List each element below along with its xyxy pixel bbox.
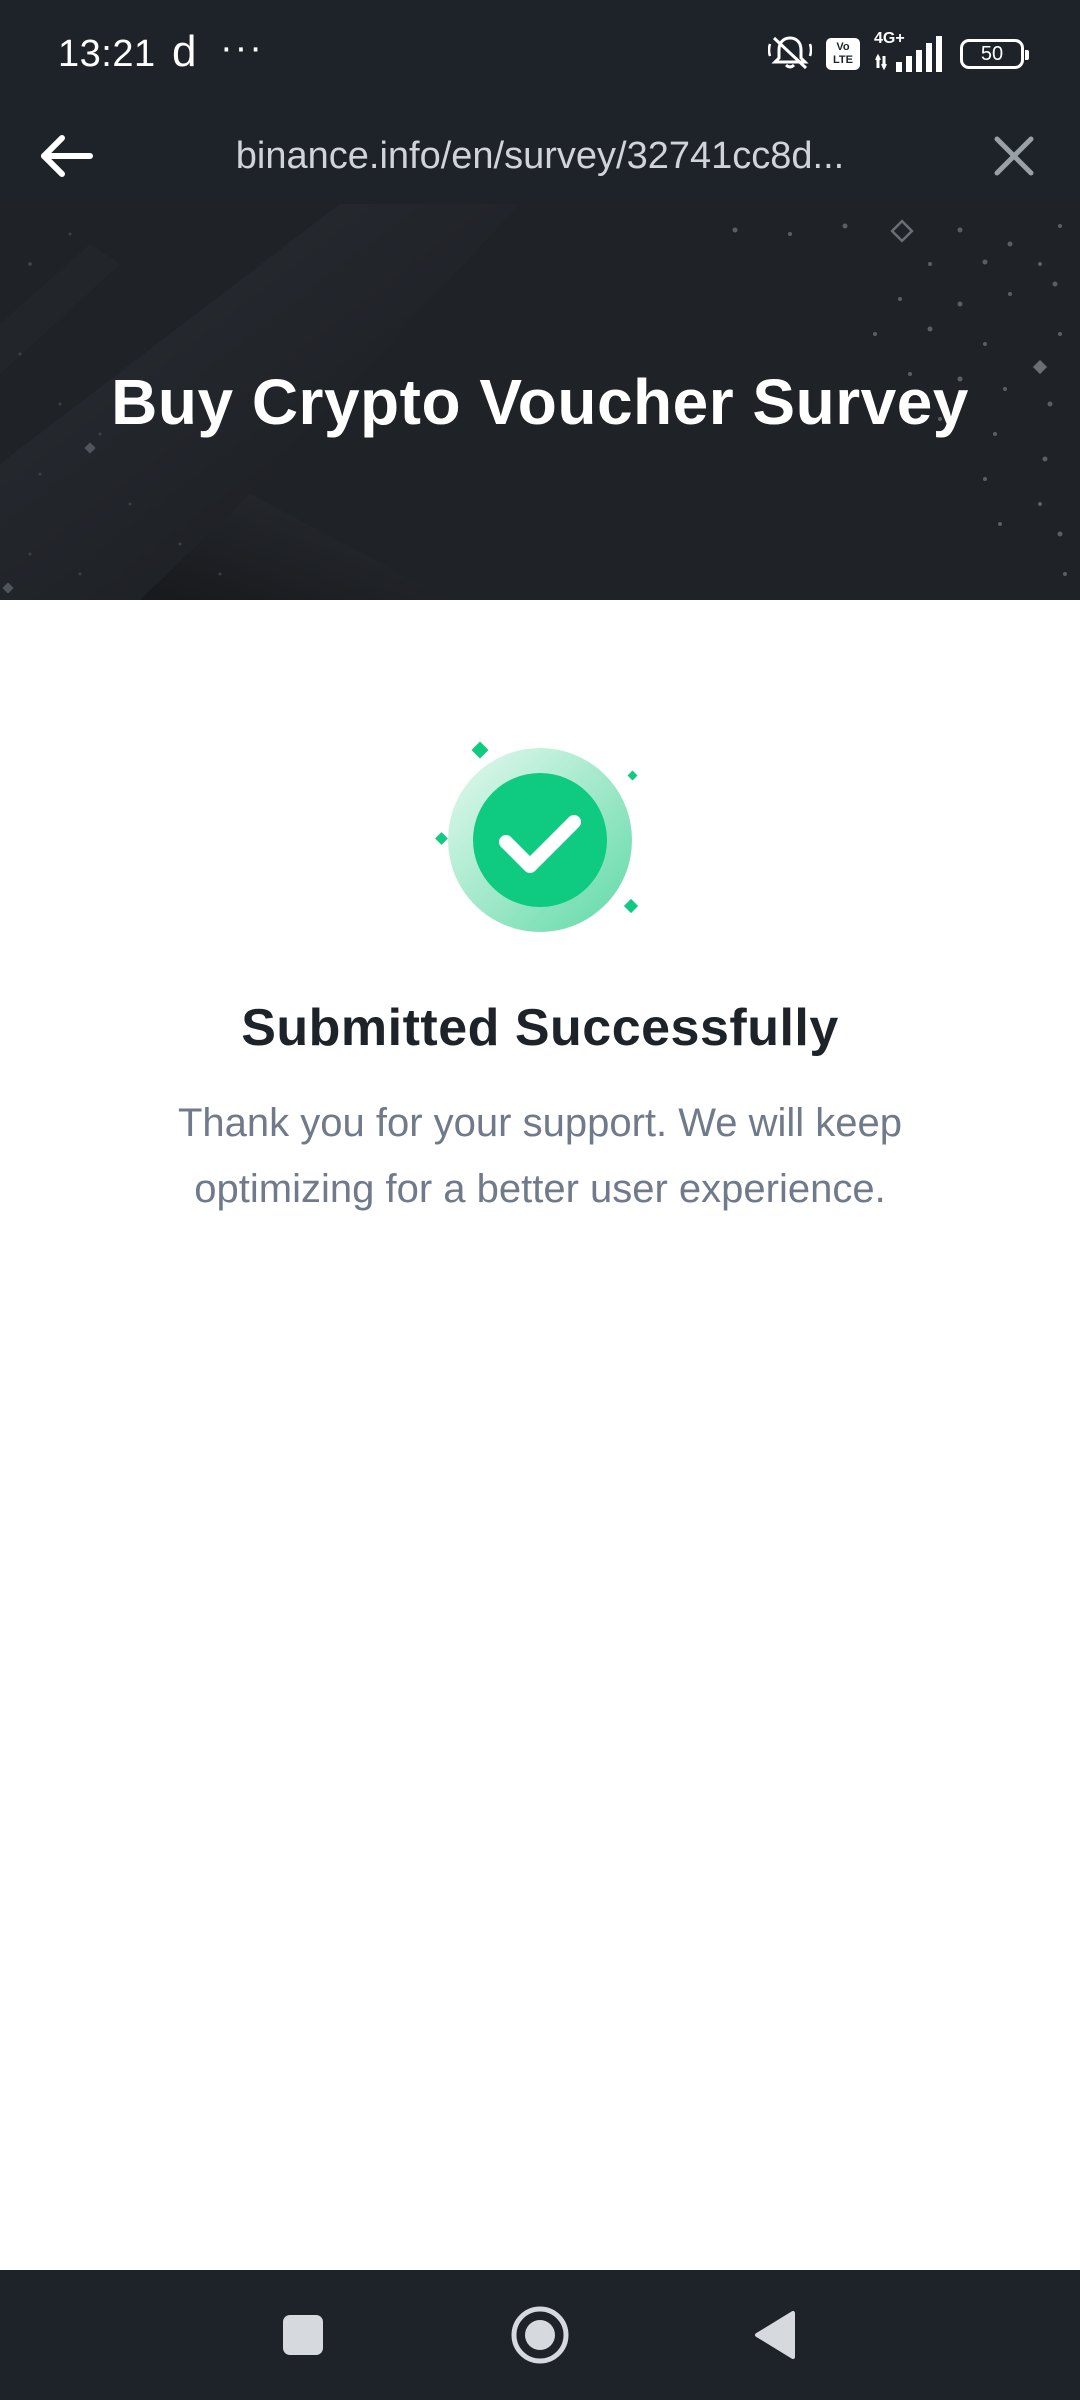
more-notifications-icon: ··· bbox=[220, 27, 264, 69]
back-button[interactable] bbox=[30, 120, 102, 192]
success-message: Thank you for your support. We will keep… bbox=[177, 1101, 903, 1211]
home-circle-icon bbox=[511, 2306, 569, 2364]
recents-button[interactable] bbox=[258, 2290, 348, 2380]
home-button[interactable] bbox=[495, 2290, 585, 2380]
battery-icon: 50 bbox=[960, 39, 1029, 69]
status-time: 13:21 bbox=[58, 33, 156, 75]
status-bar: 13:21 d ··· Vo LTE 4G+ 50 bbox=[0, 0, 1080, 108]
volte-icon: Vo LTE bbox=[826, 38, 860, 70]
recents-square-icon bbox=[283, 2315, 323, 2355]
url-display[interactable]: binance.info/en/survey/32741cc8d... bbox=[140, 128, 940, 184]
signal-icon: 4G+ bbox=[874, 30, 946, 74]
close-icon bbox=[994, 136, 1034, 176]
status-icons: Vo LTE 4G+ 50 bbox=[767, 30, 1029, 77]
arrow-left-icon bbox=[41, 135, 93, 177]
back-triangle-icon bbox=[755, 2311, 795, 2359]
survey-banner: Buy Crypto Voucher Survey bbox=[0, 204, 1080, 600]
notification-app-icon: d bbox=[172, 27, 197, 76]
check-circle-icon bbox=[420, 730, 660, 950]
page-title: Buy Crypto Voucher Survey bbox=[111, 366, 969, 438]
success-title: Submitted Successfully bbox=[241, 999, 839, 1057]
system-navigation-bar bbox=[0, 2270, 1080, 2400]
close-button[interactable] bbox=[978, 120, 1050, 192]
silent-mode-icon bbox=[767, 32, 813, 77]
system-back-button[interactable] bbox=[730, 2290, 820, 2380]
browser-toolbar: binance.info/en/survey/32741cc8d... bbox=[0, 108, 1080, 204]
